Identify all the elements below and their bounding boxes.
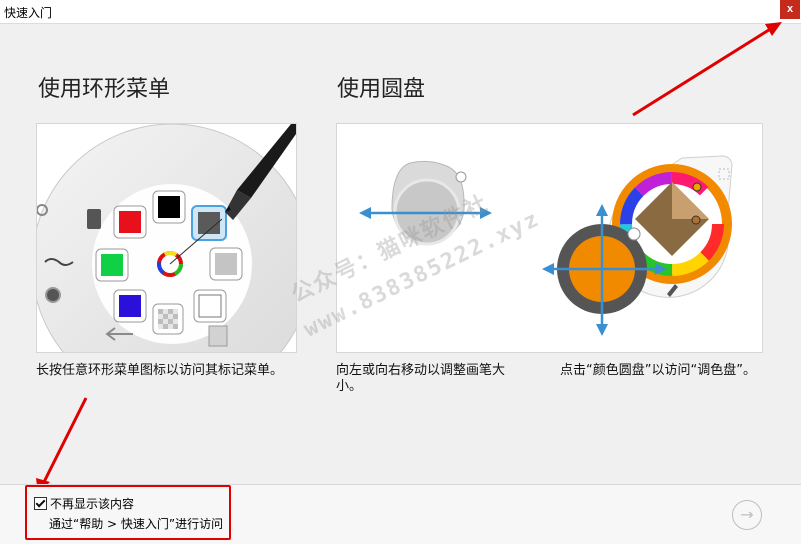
close-icon: x <box>786 3 794 15</box>
puck-title: 使用圆盘 <box>337 77 426 102</box>
color-swatch-red <box>113 205 147 239</box>
puck-caption-left: 向左或向右移动以调整画笔大小。 <box>336 363 506 394</box>
color-swatch-white <box>193 289 227 323</box>
color-swatch-green <box>95 248 129 282</box>
access-hint: 通过“帮助 > 快速入门”进行访问 <box>49 517 224 531</box>
color-swatch-transparent <box>152 303 184 335</box>
color-swatch-gray-selected <box>191 205 227 241</box>
checkbox-checked-icon[interactable] <box>34 497 47 510</box>
dont-show-again-label: 不再显示该内容 <box>50 497 135 511</box>
window-title: 快速入门 <box>4 6 53 20</box>
color-swatch-blue <box>113 289 147 323</box>
color-swatch-light-gray <box>209 247 243 281</box>
dont-show-again-checkbox[interactable]: 不再显示该内容 <box>34 495 134 512</box>
radial-menu-caption: 长按任意环形菜单图标以访问其标记菜单。 <box>36 363 284 378</box>
color-swatch-black <box>152 190 186 224</box>
radial-menu-graphic <box>37 124 296 352</box>
close-button[interactable]: x <box>780 0 800 19</box>
puck-caption-right: 点击“颜色圆盘”以访问“调色盘”。 <box>560 363 756 378</box>
radial-menu-illustration <box>36 123 297 353</box>
arrow-right-circle-icon: → <box>740 505 754 524</box>
next-button[interactable]: → <box>732 500 762 530</box>
radial-menu-title: 使用环形菜单 <box>38 77 171 102</box>
title-bar: 快速入门 <box>0 0 801 24</box>
